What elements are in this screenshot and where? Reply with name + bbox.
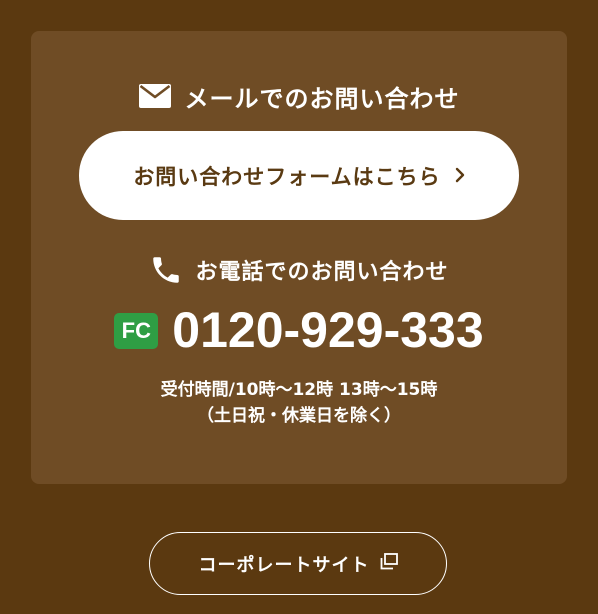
corporate-site-button-label: コーポレートサイト: [198, 554, 370, 576]
business-hours: 受付時間/10時〜12時 13時〜15時 （土日祝・休業日を除く）: [0, 377, 598, 429]
corporate-site-button[interactable]: コーポレートサイト: [149, 532, 447, 595]
hours-text: 受付時間/10時〜12時 13時〜15時: [160, 380, 438, 400]
closed-days-text: （土日祝・休業日を除く）: [197, 406, 401, 426]
contact-form-button-label: お問い合わせフォームはこちら: [133, 164, 441, 189]
phone-heading-text: お電話でのお問い合わせ: [195, 260, 449, 285]
mail-heading-text: メールでのお問い合わせ: [184, 84, 460, 113]
external-window-icon: [380, 552, 398, 575]
contact-form-button[interactable]: お問い合わせフォームはこちら: [79, 131, 519, 220]
mail-icon: [138, 84, 171, 108]
phone-number-link[interactable]: 0120-929-333: [172, 305, 483, 355]
phone-number-row: FC 0120-929-333: [0, 300, 598, 360]
chevron-right-icon: [455, 164, 465, 188]
freecall-badge: FC: [114, 313, 159, 349]
phone-heading: お電話でのお問い合わせ: [0, 252, 598, 288]
phone-icon: [149, 253, 183, 287]
mail-heading: メールでのお問い合わせ: [0, 78, 598, 114]
